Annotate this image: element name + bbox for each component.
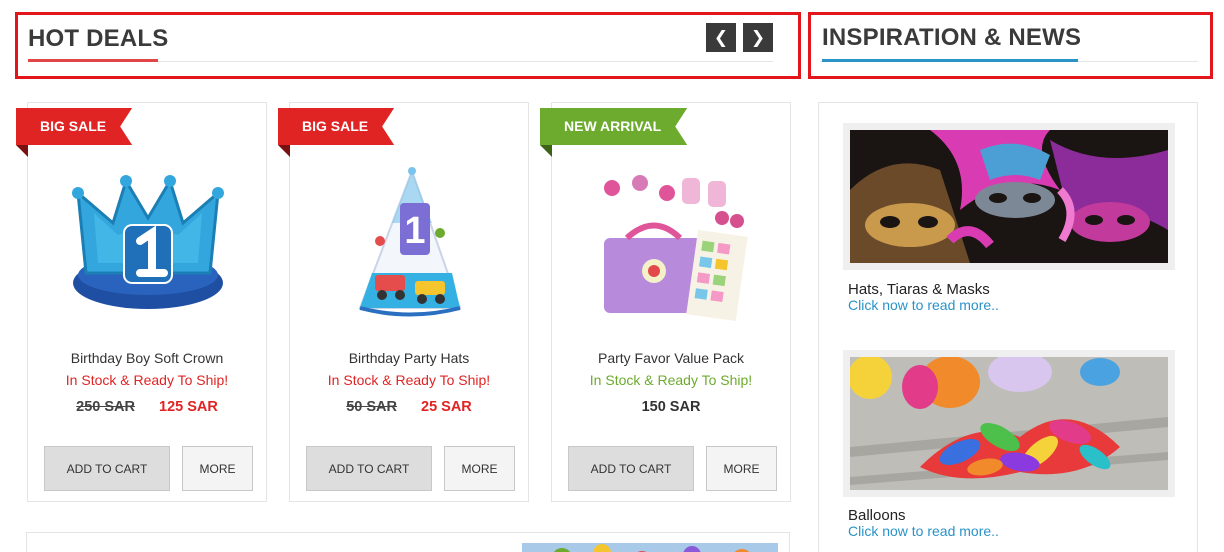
banner-image[interactable]: [522, 543, 778, 552]
party-hat-image[interactable]: 1: [320, 163, 500, 328]
hot-deals-header: HOT DEALS ❮ ❯: [15, 12, 801, 79]
add-to-cart-button[interactable]: ADD TO CART: [44, 446, 170, 491]
news-header: INSPIRATION & NEWS: [808, 12, 1213, 79]
carousel-next-button[interactable]: ❯: [743, 23, 773, 52]
sale-price: 25 SAR: [421, 399, 472, 415]
new-arrival-ribbon: NEW ARRIVAL: [540, 108, 687, 145]
news-panel: Hats, Tiaras & Masks Click now to read m…: [818, 102, 1198, 552]
more-button[interactable]: MORE: [444, 446, 515, 491]
sale-price: 125 SAR: [159, 399, 218, 415]
ribbon-fold: [16, 145, 28, 157]
product-name[interactable]: Birthday Party Hats: [290, 350, 528, 366]
svg-text:1: 1: [404, 210, 425, 252]
news-title: INSPIRATION & NEWS: [822, 24, 1082, 51]
crown-image[interactable]: [58, 163, 238, 328]
old-price: 250 SAR: [76, 399, 135, 415]
title-underline: [28, 59, 158, 62]
price-block: 50 SAR 25 SAR: [290, 399, 528, 415]
product-name[interactable]: Party Favor Value Pack: [552, 350, 790, 366]
sale-ribbon: BIG SALE: [278, 108, 394, 145]
old-price: 50 SAR: [346, 399, 397, 415]
price: 150 SAR: [641, 399, 701, 415]
read-more-link[interactable]: Click now to read more..: [848, 297, 999, 313]
ribbon-fold: [540, 145, 552, 157]
product-card: NEW ARRIVAL Party Favor Value Pack In St…: [540, 102, 791, 502]
banner-card: [26, 532, 790, 552]
add-to-cart-button[interactable]: ADD TO CART: [568, 446, 694, 491]
title-underline: [822, 59, 1078, 62]
news-thumbnail[interactable]: [843, 123, 1175, 270]
product-card: BIG SALE Birthday Boy Soft Crown In Stoc…: [16, 102, 267, 502]
news-item-title[interactable]: Balloons: [848, 507, 906, 524]
carousel-prev-button[interactable]: ❮: [706, 23, 736, 52]
stock-status: In Stock & Ready To Ship!: [589, 372, 753, 388]
product-card: BIG SALE 1 Birthday Party Hats In Stock …: [278, 102, 529, 502]
more-button[interactable]: MORE: [706, 446, 777, 491]
party-favor-image[interactable]: [582, 163, 762, 328]
more-button[interactable]: MORE: [182, 446, 253, 491]
product-name[interactable]: Birthday Boy Soft Crown: [28, 350, 266, 366]
hot-deals-title: HOT DEALS: [28, 25, 169, 52]
price-block: 150 SAR: [552, 399, 790, 415]
news-thumbnail[interactable]: [843, 350, 1175, 497]
stock-status: In Stock & Ready To Ship!: [327, 372, 491, 388]
news-item-title[interactable]: Hats, Tiaras & Masks: [848, 281, 990, 298]
ribbon-fold: [278, 145, 290, 157]
add-to-cart-button[interactable]: ADD TO CART: [306, 446, 432, 491]
read-more-link[interactable]: Click now to read more..: [848, 523, 999, 539]
price-block: 250 SAR 125 SAR: [28, 399, 266, 415]
sale-ribbon: BIG SALE: [16, 108, 132, 145]
masks-image: [850, 130, 1168, 263]
stock-status: In Stock & Ready To Ship!: [65, 372, 229, 388]
balloons-image: [850, 357, 1168, 490]
